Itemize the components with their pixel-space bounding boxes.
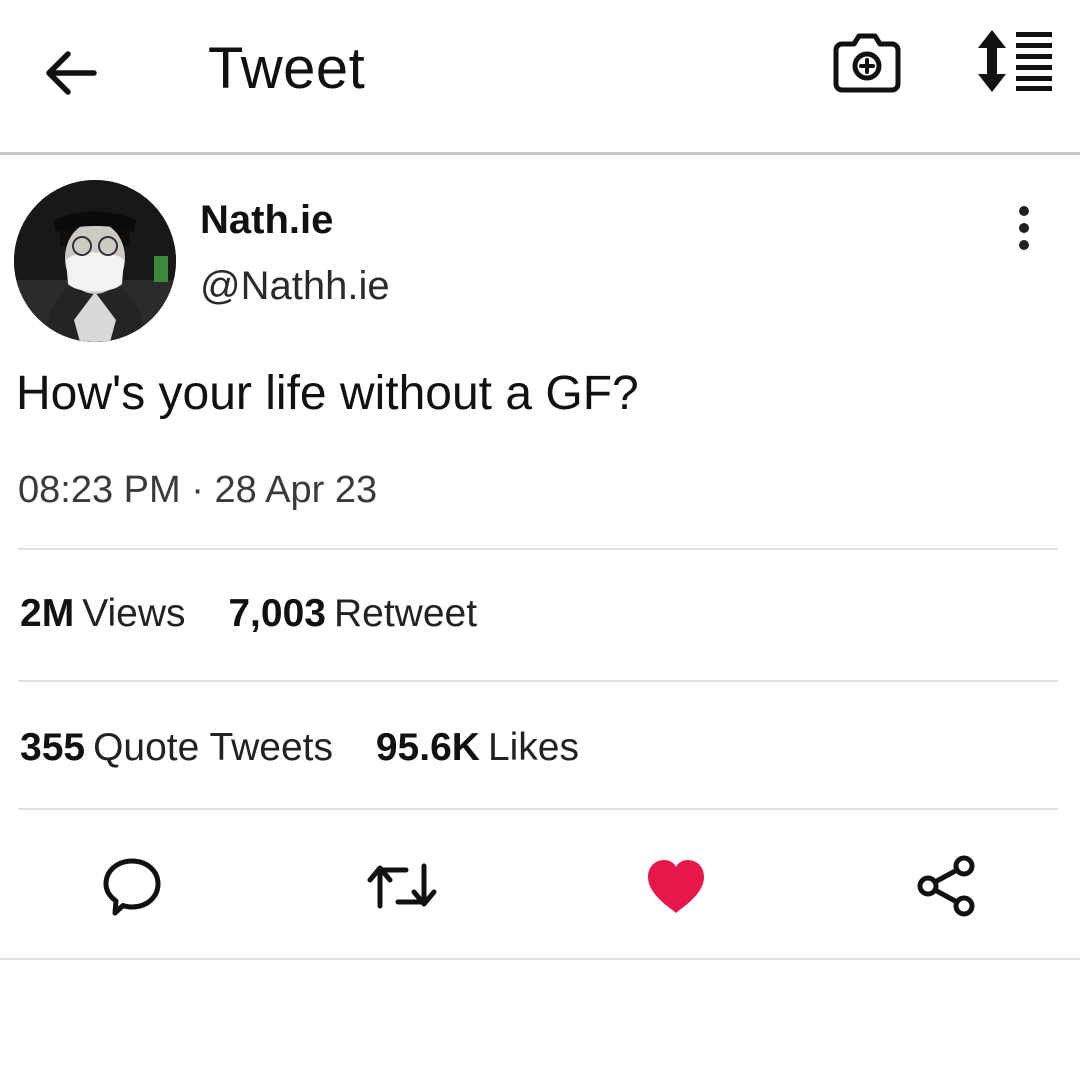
tweet-detail-screen: Tweet Nath.ie @Nathh.ie How's your life … — [0, 0, 1080, 1080]
dot-icon — [1019, 240, 1029, 250]
dot-icon — [1019, 223, 1029, 233]
heart-filled-icon — [648, 860, 704, 913]
author-display-name[interactable]: Nath.ie — [200, 196, 333, 244]
likes-count: 95.6K — [375, 726, 480, 769]
tweet-timestamp: 08:23 PM · 28 Apr 23 — [18, 466, 377, 514]
author-handle[interactable]: @Nathh.ie — [200, 262, 390, 310]
quotes-label: Quote Tweets — [93, 726, 334, 769]
share-icon — [917, 855, 975, 917]
divider — [18, 808, 1058, 810]
tweet-date: 28 Apr 23 — [214, 469, 378, 511]
share-button[interactable] — [910, 850, 982, 922]
top-bar: Tweet — [0, 0, 1080, 150]
sort-button[interactable] — [972, 26, 1058, 96]
views-count: 2M — [20, 592, 75, 635]
page-title: Tweet — [208, 36, 366, 101]
retweet-button[interactable] — [366, 850, 438, 922]
sort-list-icon — [978, 30, 1052, 92]
camera-plus-icon — [833, 33, 901, 93]
back-button[interactable] — [40, 42, 102, 104]
divider — [0, 958, 1080, 960]
retweets-count: 7,003 — [228, 592, 326, 635]
avatar[interactable] — [14, 180, 176, 342]
retweets-label: Retweet — [333, 592, 478, 635]
likes-label: Likes — [487, 726, 579, 769]
tweet-time: 08:23 PM — [18, 469, 181, 511]
retweet-icon — [367, 863, 437, 909]
like-button[interactable] — [640, 850, 712, 922]
views-label: Views — [82, 592, 186, 635]
meta-separator: · — [180, 469, 215, 511]
reply-button[interactable] — [96, 850, 168, 922]
divider — [18, 548, 1058, 550]
likes-stat[interactable]: 95.6K Likes — [376, 724, 579, 772]
more-options-button[interactable] — [1004, 200, 1044, 256]
views-stat: 2M Views — [20, 590, 186, 638]
quotes-stat[interactable]: 355 Quote Tweets — [20, 724, 333, 772]
dot-icon — [1019, 206, 1029, 216]
tweet-text: How's your life without a GF? — [16, 367, 639, 420]
quotes-count: 355 — [20, 726, 86, 769]
header-divider — [0, 152, 1080, 155]
comment-icon — [103, 858, 161, 916]
avatar-image — [14, 180, 176, 342]
stats-row: 2M Views 7,003 Retweet — [20, 590, 509, 638]
retweets-stat[interactable]: 7,003 Retweet — [228, 590, 477, 638]
divider — [18, 680, 1058, 682]
stats-row: 355 Quote Tweets 95.6K Likes — [20, 724, 611, 772]
arrow-left-icon — [46, 51, 97, 95]
camera-button[interactable] — [832, 30, 902, 96]
